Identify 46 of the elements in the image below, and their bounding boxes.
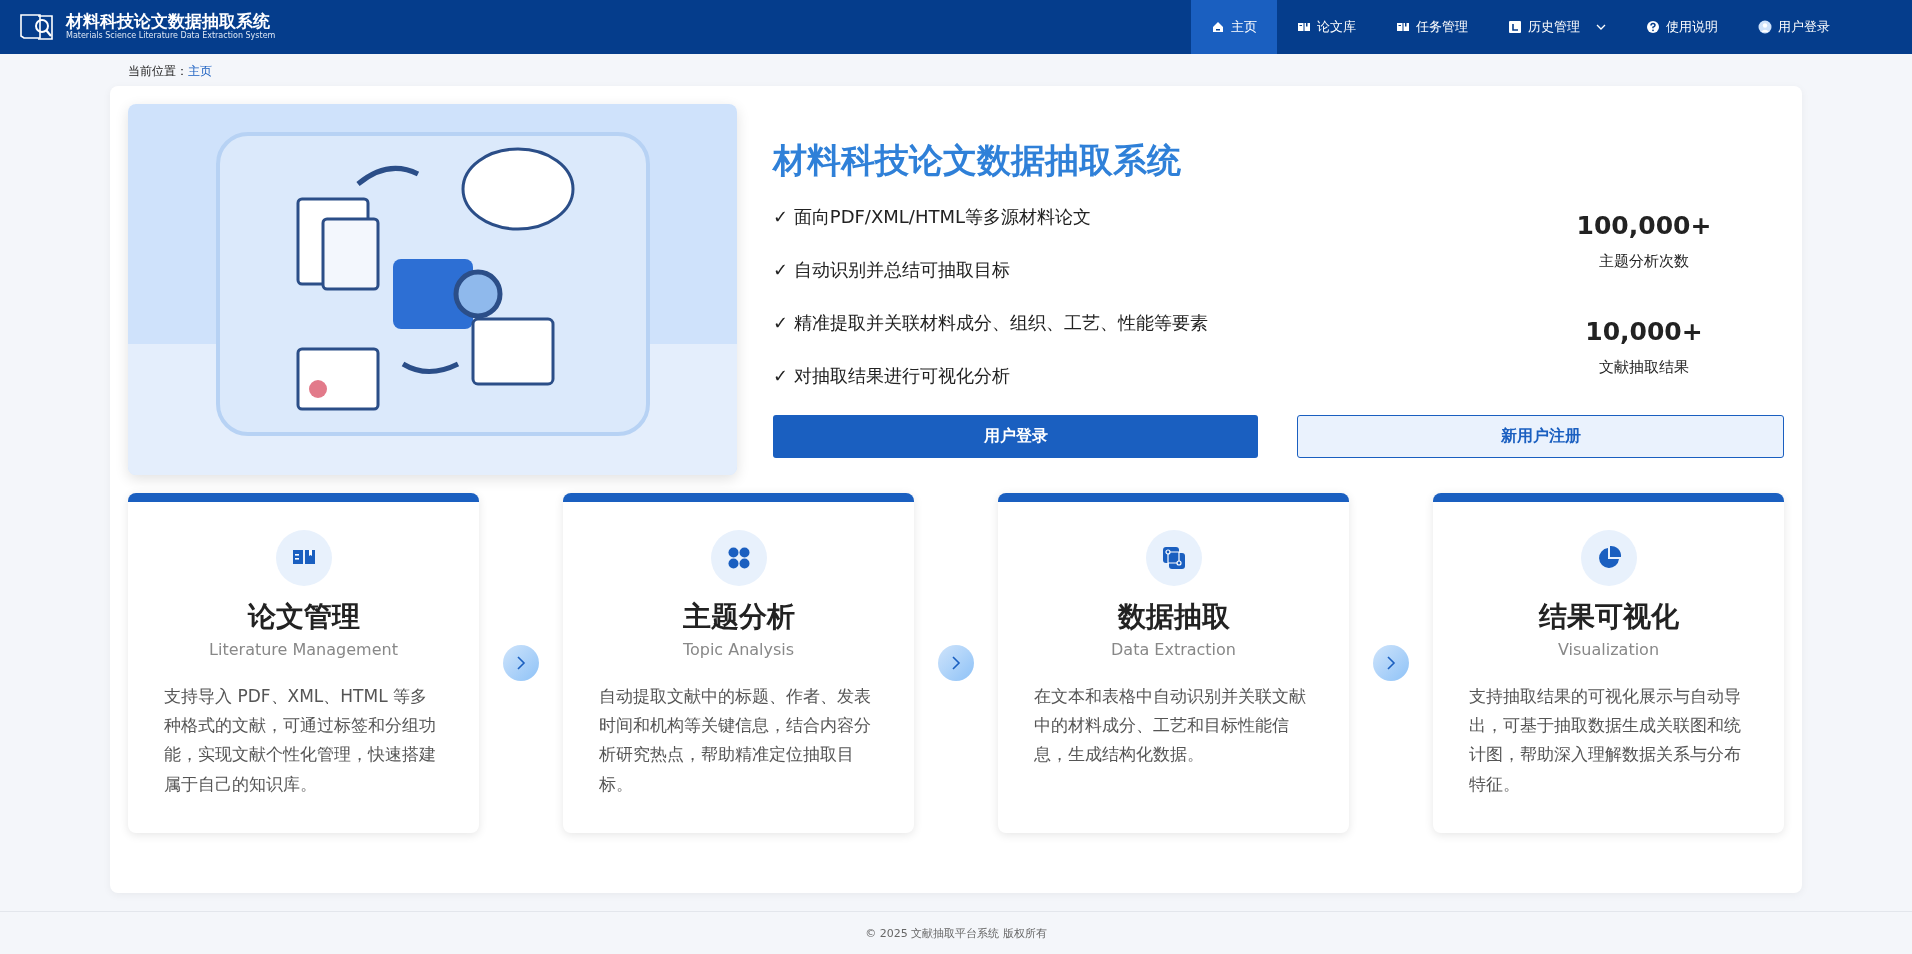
feature-item: ✓ 精准提取并关联材料成分、组织、工艺、性能等要素 <box>773 310 1209 335</box>
next-arrow-button[interactable] <box>938 645 974 681</box>
feature-item: ✓ 自动识别并总结可抽取目标 <box>773 257 1011 282</box>
book-icon <box>1297 20 1311 34</box>
card-subtitle: Visualization <box>1556 639 1661 661</box>
card-description: 在文本和表格中自动识别并关联文献中的材料成分、工艺和目标性能信息，生成结构化数据。 <box>1034 685 1307 767</box>
card-title: 结果可视化 <box>1537 599 1680 635</box>
chevron-right-icon <box>951 655 961 671</box>
next-arrow-button[interactable] <box>503 645 539 681</box>
card-subtitle: Data Extraction <box>1110 639 1237 661</box>
card-description: 支持抽取结果的可视化展示与自动导出，可基于抽取数据生成关联图和统计图，帮助深入理解数据关系与分布特征。 <box>1469 685 1742 796</box>
chevron-right-icon <box>1386 655 1396 671</box>
app-subtitle: Materials Science Literature Data Extraction System <box>66 30 276 43</box>
stat-value: 10,000+ <box>1584 315 1704 348</box>
app-title: 材料科技论文数据抽取系统 <box>66 11 271 31</box>
nav-link[interactable]: 主页 <box>1191 0 1277 54</box>
stat-value: 100,000+ <box>1575 209 1713 242</box>
nav-link[interactable]: 用户登录 <box>1738 0 1850 54</box>
home-icon <box>1211 20 1225 34</box>
help-icon <box>1646 20 1660 34</box>
login-button[interactable]: 用户登录 <box>773 414 1258 458</box>
stat-label: 文献抽取结果 <box>1598 357 1690 379</box>
register-button[interactable]: 新用户注册 <box>1297 414 1784 458</box>
nav-link[interactable]: 使用说明 <box>1626 0 1738 54</box>
next-arrow-button[interactable] <box>1373 645 1409 681</box>
breadcrumb-link[interactable]: 主页 <box>188 64 212 78</box>
nav-link[interactable]: 论文库 <box>1277 0 1376 54</box>
breadcrumb-label: 当前位置： <box>128 64 188 78</box>
card-subtitle: Literature Management <box>208 639 399 661</box>
feature-item: ✓ 对抽取结果进行可视化分析 <box>773 363 1011 388</box>
calendar-icon <box>1508 20 1522 34</box>
book-icon <box>1396 20 1410 34</box>
nav-link[interactable]: 任务管理 <box>1376 0 1488 54</box>
card-title: 主题分析 <box>681 599 796 635</box>
card-description: 支持导入 PDF、XML、HTML 等多种格式的文献，可通过标签和分组功能，实现文献个性化管理，快速搭建属于自己的知识库。 <box>164 685 437 796</box>
feature-item: ✓ 面向PDF/XML/HTML等多源材料论文 <box>773 204 1092 229</box>
card-title: 论文管理 <box>246 599 361 635</box>
card-description: 自动提取文献中的标题、作者、发表时间和机构等关键信息，结合内容分析研究热点，帮助精准定位抽取目标。 <box>599 685 872 796</box>
stat-label: 主题分析次数 <box>1598 251 1690 273</box>
card-title: 数据抽取 <box>1116 599 1231 635</box>
card-subtitle: Topic Analysis <box>681 639 796 661</box>
footer-text: © 2025 文献抽取平台系统 版权所有 <box>0 911 1912 943</box>
chevron-right-icon <box>516 655 526 671</box>
avatar-icon <box>1758 20 1772 34</box>
hero-title: 材料科技论文数据抽取系统 <box>773 140 1182 181</box>
nav-link[interactable]: 历史管理 <box>1488 0 1626 54</box>
